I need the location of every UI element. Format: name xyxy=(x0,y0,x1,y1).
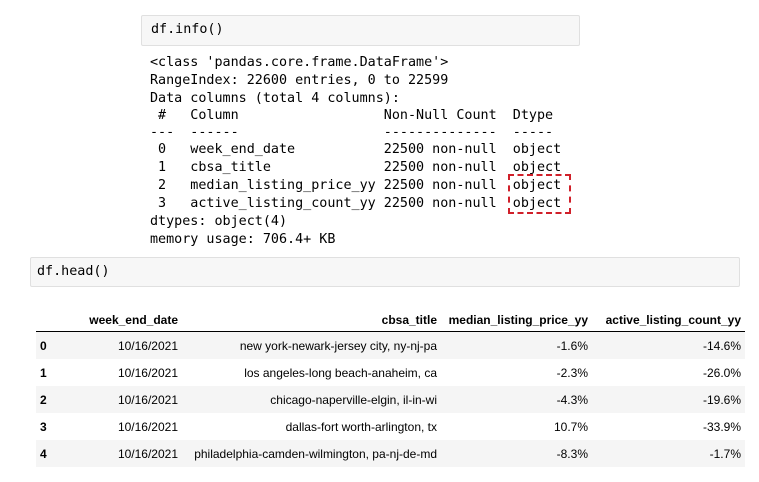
cell-median-listing-price-yy: -4.3% xyxy=(556,392,588,407)
output-line: RangeIndex: 22600 entries, 0 to 22599 xyxy=(150,73,449,88)
cell-median-listing-price-yy: -8.3% xyxy=(556,446,588,461)
cell-cbsa-title: philadelphia-camden-wilmington, pa-nj-de… xyxy=(194,446,437,461)
table-row: 2 10/16/2021 chicago-naperville-elgin, i… xyxy=(36,386,745,413)
dtype-highlight-box xyxy=(508,174,571,214)
cell-active-listing-count-yy: -26.0% xyxy=(702,365,741,380)
output-line: Data columns (total 4 columns): xyxy=(150,91,400,106)
row-index: 4 xyxy=(40,446,47,461)
row-index: 3 xyxy=(40,419,47,434)
cell-cbsa-title: los angeles-long beach-anaheim, ca xyxy=(244,365,437,380)
cell-active-listing-count-yy: -19.6% xyxy=(702,392,741,407)
output-line: # Column Non-Null Count Dtype xyxy=(150,108,562,123)
table-row: 0 10/16/2021 new york-newark-jersey city… xyxy=(36,331,745,359)
output-line: 3 active_listing_count_yy 22500 non-null… xyxy=(150,196,562,211)
cell-week-end-date: 10/16/2021 xyxy=(117,338,178,353)
cell-week-end-date: 10/16/2021 xyxy=(117,419,178,434)
table-row: 3 10/16/2021 dallas-fort worth-arlington… xyxy=(36,413,745,440)
output-line: --- ------ -------------- ----- xyxy=(150,125,562,140)
cell-median-listing-price-yy: -1.6% xyxy=(556,338,588,353)
cell-active-listing-count-yy: -1.7% xyxy=(709,446,741,461)
code-text: df.info() xyxy=(151,22,224,37)
cell-active-listing-count-yy: -14.6% xyxy=(702,338,741,353)
cell-cbsa-title: dallas-fort worth-arlington, tx xyxy=(285,419,437,434)
cell-median-listing-price-yy: 10.7% xyxy=(553,419,588,434)
output-line: 2 median_listing_price_yy 22500 non-null… xyxy=(150,178,562,193)
column-header: week_end_date xyxy=(64,309,182,332)
row-index: 0 xyxy=(40,338,47,353)
output-line: memory usage: 706.4+ KB xyxy=(150,232,336,247)
table-header-row: week_end_date cbsa_title median_listing_… xyxy=(36,309,745,332)
output-line: dtypes: object(4) xyxy=(150,214,288,229)
output-line: <class 'pandas.core.frame.DataFrame'> xyxy=(150,55,449,70)
cell-week-end-date: 10/16/2021 xyxy=(117,392,178,407)
column-header: active_listing_count_yy xyxy=(592,309,745,332)
output-line: 0 week_end_date 22500 non-null object xyxy=(150,142,562,157)
code-cell-head[interactable]: df.head() xyxy=(30,257,740,287)
index-header xyxy=(36,309,64,332)
table-row: 1 10/16/2021 los angeles-long beach-anah… xyxy=(36,359,745,386)
cell-week-end-date: 10/16/2021 xyxy=(117,446,178,461)
cell-cbsa-title: chicago-naperville-elgin, il-in-wi xyxy=(270,392,437,407)
dataframe-table: week_end_date cbsa_title median_listing_… xyxy=(36,309,745,467)
row-index: 1 xyxy=(40,365,47,380)
cell-cbsa-title: new york-newark-jersey city, ny-nj-pa xyxy=(239,338,437,353)
code-cell-info[interactable]: df.info() xyxy=(141,15,580,46)
cell-week-end-date: 10/16/2021 xyxy=(117,365,178,380)
row-index: 2 xyxy=(40,392,47,407)
column-header: cbsa_title xyxy=(182,309,441,332)
table-row: 4 10/16/2021 philadelphia-camden-wilming… xyxy=(36,440,745,467)
code-text: df.head() xyxy=(37,264,110,279)
column-header: median_listing_price_yy xyxy=(441,309,592,332)
output-line: 1 cbsa_title 22500 non-null object xyxy=(150,160,562,175)
cell-active-listing-count-yy: -33.9% xyxy=(702,419,741,434)
cell-median-listing-price-yy: -2.3% xyxy=(556,365,588,380)
